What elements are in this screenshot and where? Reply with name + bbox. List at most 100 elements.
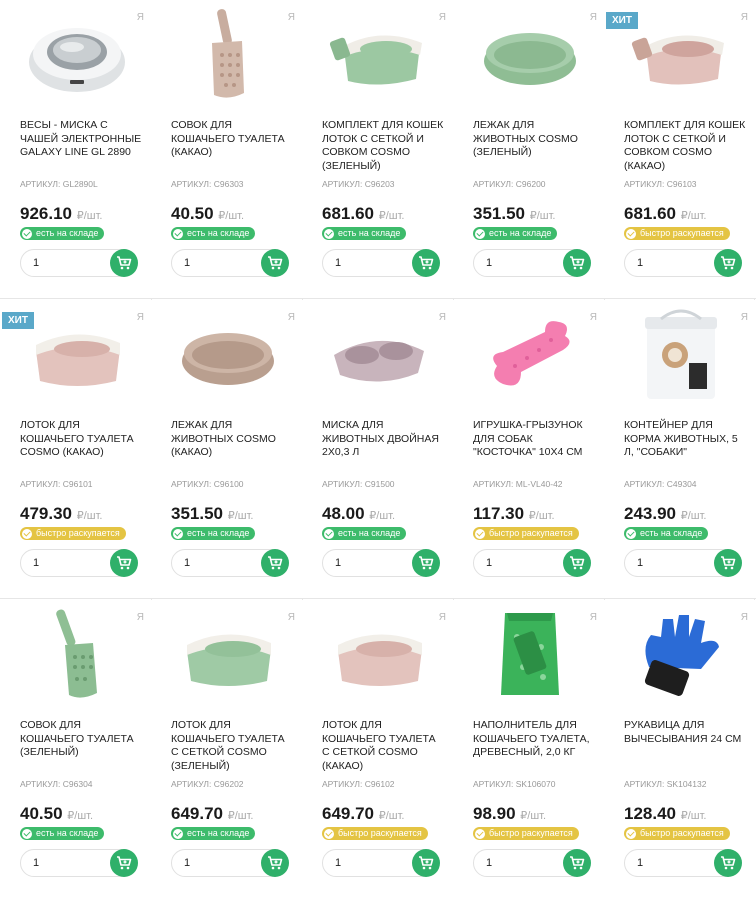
litter-set-cocoa-icon: [626, 15, 736, 100]
product-card[interactable]: Я Игрушка-грызунок для собак "Косточка" 1…: [455, 300, 605, 598]
add-to-cart-button[interactable]: [261, 249, 289, 277]
stock-status-label: быстро раскупается: [489, 528, 573, 538]
add-to-cart-button[interactable]: [563, 249, 591, 277]
sku-value: C96200: [515, 179, 546, 189]
sku-value: C96304: [62, 779, 93, 789]
product-image[interactable]: [167, 8, 289, 106]
product-image[interactable]: [318, 608, 440, 706]
price-value: 48.00: [322, 504, 365, 523]
price-unit: ₽/шт.: [680, 210, 707, 222]
cart-plus-icon: [116, 855, 132, 871]
product-image[interactable]: [16, 8, 138, 106]
product-card[interactable]: Я Совок для кошачьего туалета (какао) АРТИ…: [153, 0, 303, 298]
check-icon: [173, 528, 183, 539]
product-price: 128.40 ₽/шт.: [624, 804, 707, 824]
product-title[interactable]: Весы - миска с чашей электронные Galaxy …: [20, 119, 142, 160]
product-image[interactable]: [16, 608, 138, 706]
litter-box-cocoa-icon: [324, 615, 434, 700]
stock-status-label: есть на складе: [187, 228, 250, 238]
stock-status-label: есть на складе: [338, 528, 401, 538]
scoop-green-icon: [47, 607, 107, 708]
add-to-cart-button[interactable]: [714, 549, 742, 577]
add-to-cart-button[interactable]: [563, 549, 591, 577]
scale-bowl-icon: [22, 10, 132, 105]
stock-status-label: есть на складе: [36, 228, 99, 238]
add-to-cart-button[interactable]: [261, 549, 289, 577]
sku-value: C91500: [364, 479, 395, 489]
price-value: 926.10: [20, 204, 72, 223]
product-title[interactable]: Миска для животных двойная 2х0,3 л: [322, 419, 444, 460]
add-to-cart-button[interactable]: [110, 549, 138, 577]
product-title[interactable]: Совок для кошачьего туалета (какао): [171, 119, 293, 160]
cart-plus-icon: [418, 855, 434, 871]
sku-value: C96100: [213, 479, 244, 489]
sku-label: АРТИКУЛ:: [171, 179, 212, 189]
product-image[interactable]: [620, 308, 742, 406]
add-to-cart-button[interactable]: [714, 849, 742, 877]
product-card[interactable]: Я Весы - миска с чашей электронные Galaxy…: [2, 0, 152, 298]
cart-plus-icon: [116, 255, 132, 271]
price-value: 649.70: [322, 804, 374, 823]
add-to-cart-button[interactable]: [110, 849, 138, 877]
product-image[interactable]: [469, 608, 591, 706]
add-to-cart-button[interactable]: [110, 249, 138, 277]
product-image[interactable]: [469, 308, 591, 406]
product-card[interactable]: Я Миска для животных двойная 2х0,3 л АРТИК…: [304, 300, 454, 598]
product-card[interactable]: ХИТ Я Лоток для кошачьего туалета Cosmo (к…: [2, 300, 152, 598]
product-image[interactable]: [620, 608, 742, 706]
add-to-cart-button[interactable]: [261, 849, 289, 877]
product-card[interactable]: Я Рукавица для вычесывания 24 см АРТИКУЛ: …: [606, 600, 756, 898]
product-image[interactable]: [318, 308, 440, 406]
product-image[interactable]: [16, 308, 138, 406]
product-title[interactable]: Лоток для кошачьего туалета с сеткой Cos…: [322, 719, 444, 773]
check-icon: [324, 828, 334, 839]
product-price: 48.00 ₽/шт.: [322, 504, 395, 524]
product-card[interactable]: ХИТ Я Комплект для кошек лоток с сеткой и …: [606, 0, 756, 298]
product-title[interactable]: Лежак для животных Cosmo (какао): [171, 419, 293, 460]
product-title[interactable]: Лежак для животных Cosmo (зеленый): [473, 119, 595, 160]
product-title[interactable]: Игрушка-грызунок для собак "Косточка" 10…: [473, 419, 595, 460]
product-card[interactable]: Я Лежак для животных Cosmo (какао) АРТИКУЛ…: [153, 300, 303, 598]
product-title[interactable]: Совок для кошачьего туалета (зеленый): [20, 719, 142, 760]
product-image[interactable]: [167, 608, 289, 706]
sku-label: АРТИКУЛ:: [20, 479, 61, 489]
product-title[interactable]: Лоток для кошачьего туалета Cosmo (какао…: [20, 419, 142, 460]
product-card[interactable]: Я Совок для кошачьего туалета (зеленый) АР…: [2, 600, 152, 898]
product-title[interactable]: Лоток для кошачьего туалета с сеткой Cos…: [171, 719, 293, 773]
product-card[interactable]: Я Лежак для животных Cosmo (зеленый) АРТИК…: [455, 0, 605, 298]
product-title[interactable]: Комплект для кошек лоток с сеткой и совк…: [322, 119, 444, 173]
product-card[interactable]: Я Лоток для кошачьего туалета с сеткой Co…: [304, 600, 454, 898]
stock-status-label: быстро раскупается: [489, 828, 573, 838]
product-card[interactable]: Я Контейнер для корма животных, 5 л, "Соб…: [606, 300, 756, 598]
product-image[interactable]: [469, 8, 591, 106]
product-title[interactable]: Комплект для кошек лоток с сеткой и совк…: [624, 119, 746, 173]
price-value: 479.30: [20, 504, 72, 523]
sku-label: АРТИКУЛ:: [322, 479, 363, 489]
stock-status-badge: быстро раскупается: [20, 527, 126, 540]
check-icon: [626, 228, 636, 239]
add-to-cart-button[interactable]: [412, 249, 440, 277]
add-to-cart-button[interactable]: [412, 849, 440, 877]
price-value: 681.60: [624, 204, 676, 223]
product-card[interactable]: Я Лоток для кошачьего туалета с сеткой Co…: [153, 600, 303, 898]
product-title[interactable]: Наполнитель для кошачьего туалета, древе…: [473, 719, 595, 760]
product-title[interactable]: Контейнер для корма животных, 5 л, "Соба…: [624, 419, 746, 460]
product-image[interactable]: [167, 308, 289, 406]
add-to-cart-button[interactable]: [563, 849, 591, 877]
price-unit: ₽/шт.: [528, 510, 555, 522]
add-to-cart-button[interactable]: [412, 549, 440, 577]
product-image[interactable]: [620, 8, 742, 106]
product-image[interactable]: [318, 8, 440, 106]
litter-box-cocoa-icon: [22, 315, 132, 400]
product-price: 926.10 ₽/шт.: [20, 204, 103, 224]
add-to-cart-button[interactable]: [714, 249, 742, 277]
product-price: 351.50 ₽/шт.: [171, 504, 254, 524]
sku-label: АРТИКУЛ:: [473, 779, 514, 789]
product-price: 681.60 ₽/шт.: [624, 204, 707, 224]
product-title[interactable]: Рукавица для вычесывания 24 см: [624, 719, 746, 746]
stock-status-label: есть на складе: [187, 828, 250, 838]
product-card[interactable]: Я Комплект для кошек лоток с сеткой и сов…: [304, 0, 454, 298]
price-unit: ₽/шт.: [76, 210, 103, 222]
bone-toy-icon: [475, 310, 585, 405]
product-card[interactable]: Я Наполнитель для кошачьего туалета, древ…: [455, 600, 605, 898]
